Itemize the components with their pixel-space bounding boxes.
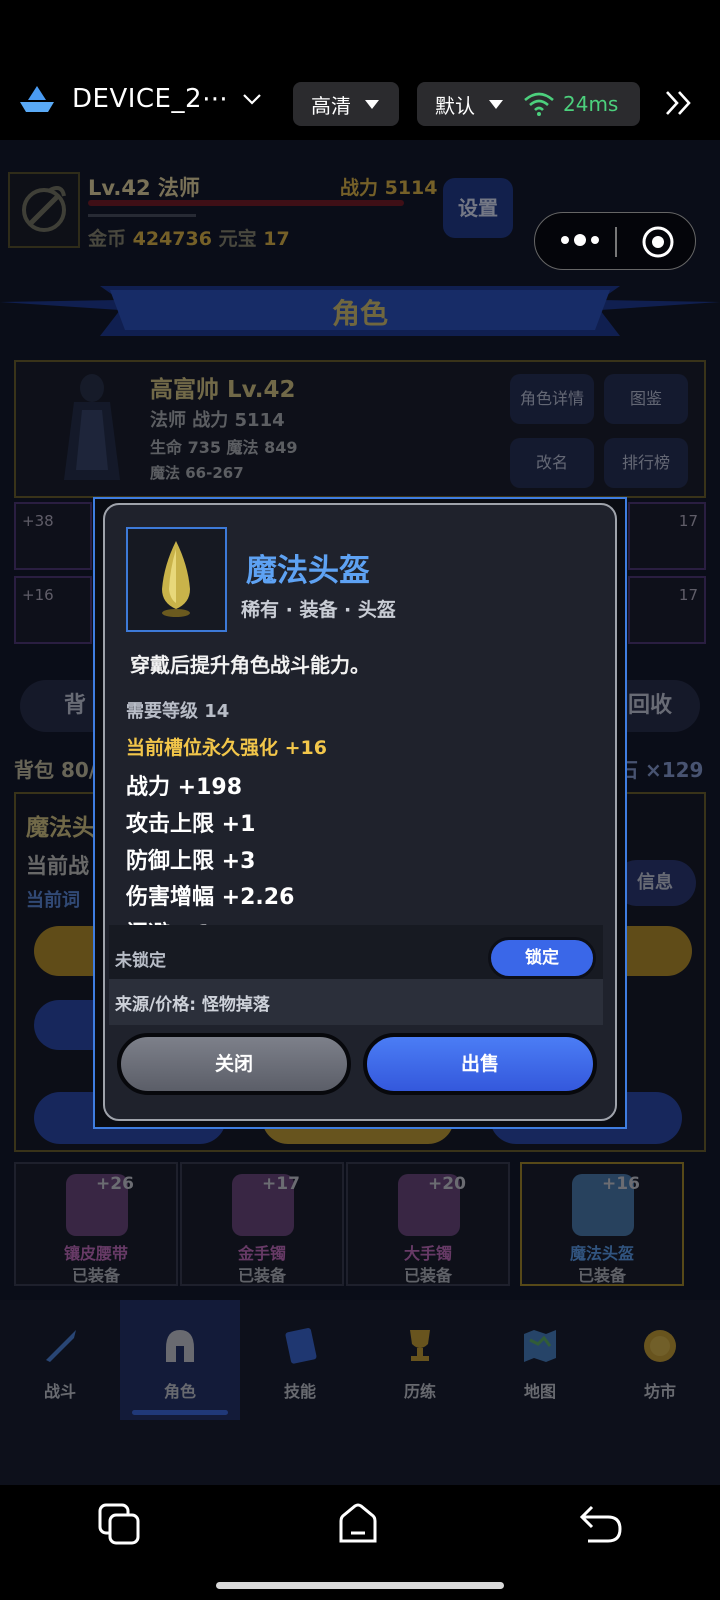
mode-dropdown[interactable]: 默认 24ms [417,82,640,126]
capsule-divider [615,227,617,257]
cloud-boat-icon [20,86,54,112]
recent-apps-icon[interactable] [96,1501,142,1547]
gesture-bar[interactable] [216,1582,504,1589]
stat-line: 防御上限 +3 [126,849,256,874]
item-modal-card: 魔法头盔 稀有 · 装备 · 头盔 穿戴后提升角色战斗能力。 需要等级 14 当… [103,503,617,1121]
device-name: DEVICE_2⋯ [72,84,229,114]
miniprogram-capsule [534,212,696,270]
close-target-icon[interactable] [641,225,675,259]
item-icon-frame [126,527,227,632]
item-modal: 魔法头盔 稀有 · 装备 · 头盔 穿戴后提升角色战斗能力。 需要等级 14 当… [93,497,627,1129]
expand-arrows-icon[interactable] [664,89,694,117]
wifi-icon [524,92,554,116]
stat-line: 伤害增幅 +2.26 [126,885,295,910]
item-requirement: 需要等级 14 [126,701,230,722]
item-name: 魔法头盔 [246,553,370,589]
system-nav-bar [0,1485,720,1600]
quality-dropdown[interactable]: 高清 [293,82,399,126]
lock-button[interactable]: 锁定 [488,937,596,979]
stat-line: 攻击上限 +1 [126,812,256,837]
device-selector[interactable]: DEVICE_2⋯ [18,84,229,114]
item-source: 来源/价格: 怪物掉落 [115,995,270,1015]
sell-button[interactable]: 出售 [363,1033,597,1095]
slot-bonus: 当前槽位永久强化 +16 [126,737,327,759]
stat-line: 战力 +198 [126,775,243,800]
dropdown-arrow-icon [489,99,503,109]
close-button[interactable]: 关闭 [117,1033,351,1095]
back-icon[interactable] [578,1501,624,1547]
home-icon[interactable] [335,1501,381,1547]
item-description: 穿戴后提升角色战斗能力。 [130,653,370,677]
latency-value: 24ms [563,92,619,116]
item-meta: 稀有 · 装备 · 头盔 [241,599,396,621]
mode-label: 默认 [435,93,475,118]
helmet-item-icon [162,541,190,617]
lock-state: 未锁定 [115,951,166,971]
chevron-down-icon[interactable] [242,92,262,106]
more-icon[interactable] [555,225,605,255]
remote-toolbar: DEVICE_2⋯ 高清 默认 24ms [0,0,720,140]
quality-label: 高清 [311,93,351,118]
dropdown-arrow-icon [365,99,379,109]
